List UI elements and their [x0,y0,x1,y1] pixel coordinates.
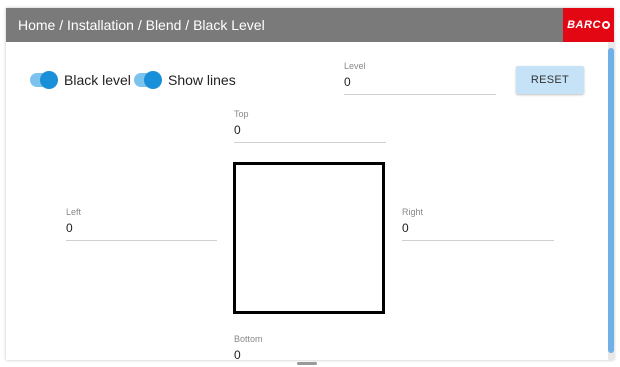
scrollbar-thumb[interactable] [608,48,614,353]
left-input[interactable] [66,218,217,241]
logo-text: BARC [567,19,601,31]
bottom-input[interactable] [234,345,386,360]
drawer-handle[interactable] [297,362,317,365]
level-field: Level [344,61,496,95]
right-field: Right [402,207,554,241]
black-level-panel: Home / Installation / Blend / Black Leve… [6,8,614,360]
switch-knob-icon [144,71,162,89]
level-label: Level [344,61,366,71]
top-field: Top [234,109,386,143]
barco-logo: BARC [563,8,614,42]
black-level-toggle[interactable]: Black level [30,71,131,89]
black-level-switch[interactable] [30,71,58,89]
logo-mark-icon [601,21,610,29]
show-lines-toggle[interactable]: Show lines [134,71,236,89]
show-lines-switch[interactable] [134,71,162,89]
vertical-scrollbar[interactable] [608,42,614,360]
blend-preview-area [233,162,385,314]
switch-knob-icon [40,71,58,89]
bottom-field: Bottom [234,334,386,360]
show-lines-label: Show lines [168,72,236,88]
black-level-label: Black level [64,72,131,88]
left-field: Left [66,207,217,241]
reset-button[interactable]: RESET [516,66,584,94]
bottom-label: Bottom [234,334,263,344]
top-label: Top [234,109,249,119]
top-input[interactable] [234,120,386,143]
breadcrumb: Home / Installation / Blend / Black Leve… [18,17,265,33]
left-label: Left [66,207,82,217]
header-bar: Home / Installation / Blend / Black Leve… [6,8,614,42]
right-input[interactable] [402,218,554,241]
right-label: Right [402,207,424,217]
level-input[interactable] [344,72,496,95]
